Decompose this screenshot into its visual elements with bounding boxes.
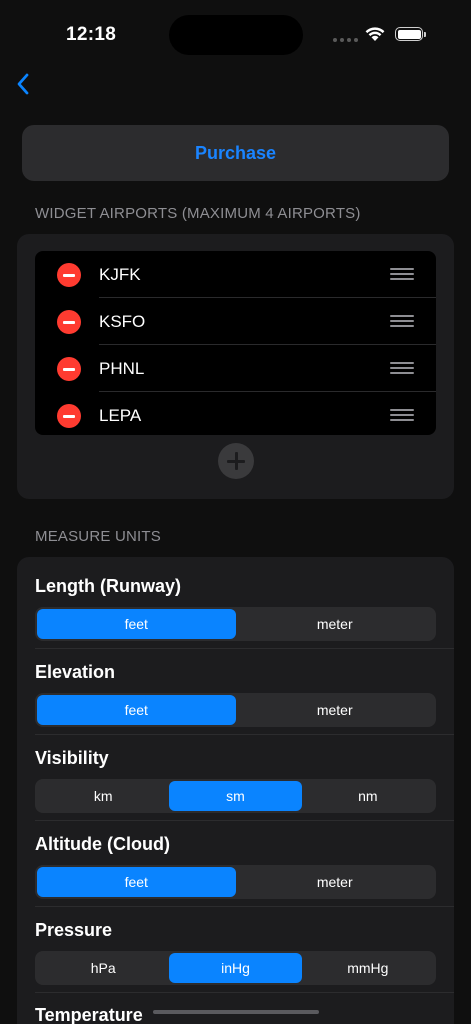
segment-feet[interactable]: feet (37, 695, 236, 725)
temperature-setting: Temperature (35, 1005, 436, 1024)
airport-row[interactable]: LEPA (35, 392, 436, 435)
widget-airports-header: WIDGET AIRPORTS (MAXIMUM 4 AIRPORTS) (35, 205, 361, 222)
segment-meter[interactable]: meter (236, 609, 435, 639)
measure-units-header: MEASURE UNITS (35, 528, 161, 545)
airport-code: KJFK (99, 265, 141, 284)
visibility-setting: Visibility km sm nm (35, 748, 436, 813)
segment-sm[interactable]: sm (169, 781, 302, 811)
elevation-setting: Elevation feet meter (35, 662, 436, 727)
altitude-cloud-setting: Altitude (Cloud) feet meter (35, 834, 436, 899)
remove-airport-icon[interactable] (57, 357, 81, 381)
airport-code: LEPA (99, 406, 142, 425)
purchase-button[interactable]: Purchase (22, 125, 449, 181)
altitude-cloud-label: Altitude (Cloud) (35, 834, 170, 854)
reorder-handle-icon[interactable] (390, 362, 414, 374)
length-runway-setting: Length (Runway) feet meter (35, 576, 436, 641)
airport-row[interactable]: PHNL (35, 345, 436, 392)
pressure-segmented[interactable]: hPa inHg mmHg (35, 951, 436, 985)
elevation-label: Elevation (35, 662, 116, 682)
dynamic-island (169, 15, 303, 55)
cellular-signal-icon (333, 38, 358, 42)
wifi-icon (365, 27, 385, 41)
divider (35, 648, 454, 649)
status-time: 12:18 (66, 24, 117, 45)
segment-feet[interactable]: feet (37, 867, 236, 897)
airport-row[interactable]: KSFO (35, 298, 436, 345)
segment-meter[interactable]: meter (236, 867, 435, 897)
divider (35, 992, 454, 993)
segment-inhg[interactable]: inHg (169, 953, 302, 983)
remove-airport-icon[interactable] (57, 310, 81, 334)
visibility-label: Visibility (35, 748, 109, 768)
segment-mmhg[interactable]: mmHg (302, 953, 434, 983)
battery-icon (395, 27, 426, 41)
airport-row[interactable]: KJFK (35, 251, 436, 298)
segment-meter[interactable]: meter (236, 695, 435, 725)
pressure-label: Pressure (35, 920, 113, 940)
add-airport-button[interactable] (218, 443, 254, 479)
reorder-handle-icon[interactable] (390, 315, 414, 327)
scroll-indicator[interactable] (153, 1010, 319, 1014)
divider (35, 906, 454, 907)
reorder-handle-icon[interactable] (390, 409, 414, 421)
segment-nm[interactable]: nm (302, 781, 434, 811)
airport-code: PHNL (99, 359, 145, 378)
back-button[interactable] (12, 70, 34, 98)
altitude-cloud-segmented[interactable]: feet meter (35, 865, 436, 899)
airport-list: KJFK KSFO PHNL LEPA (35, 251, 436, 435)
airport-code: KSFO (99, 312, 146, 331)
temperature-label: Temperature (35, 1005, 143, 1024)
remove-airport-icon[interactable] (57, 404, 81, 428)
length-runway-label: Length (Runway) (35, 576, 181, 596)
segment-feet[interactable]: feet (37, 609, 236, 639)
settings-screen: 12:18 Purchase WIDGET AIRPORTS (MAXIMUM … (0, 0, 471, 1024)
reorder-handle-icon[interactable] (390, 268, 414, 280)
elevation-segmented[interactable]: feet meter (35, 693, 436, 727)
pressure-setting: Pressure hPa inHg mmHg (35, 920, 436, 985)
length-runway-segmented[interactable]: feet meter (35, 607, 436, 641)
visibility-segmented[interactable]: km sm nm (35, 779, 436, 813)
segment-hpa[interactable]: hPa (37, 953, 169, 983)
divider (35, 820, 454, 821)
remove-airport-icon[interactable] (57, 263, 81, 287)
divider (35, 734, 454, 735)
chevron-left-icon (17, 73, 29, 95)
segment-km[interactable]: km (37, 781, 169, 811)
